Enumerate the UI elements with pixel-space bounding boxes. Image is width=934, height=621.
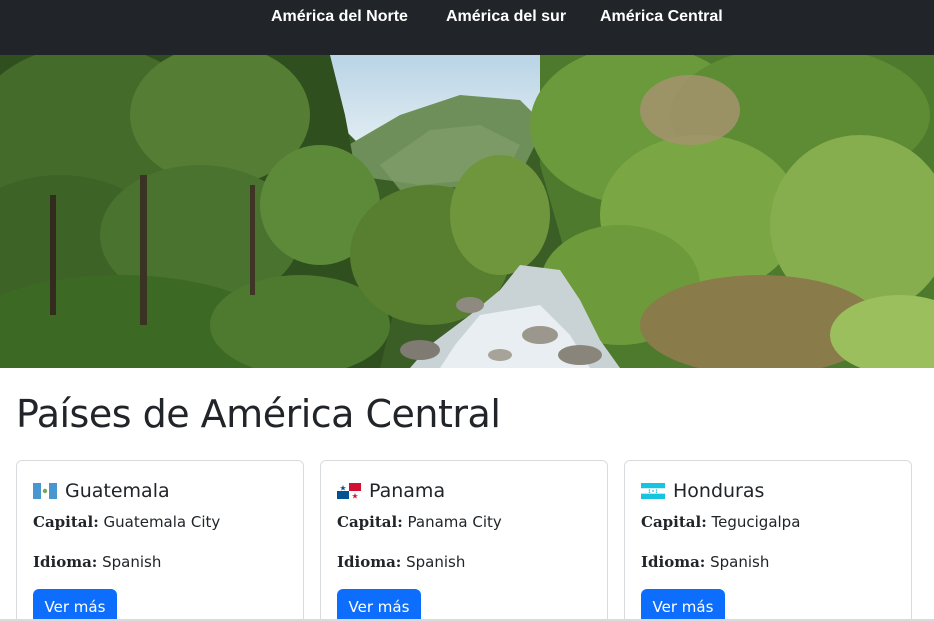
capital-label: Capital: xyxy=(337,513,403,531)
ver-mas-button[interactable]: Ver más xyxy=(337,589,421,621)
language-info: Idioma: Spanish xyxy=(337,553,465,571)
language-label: Idioma: xyxy=(337,553,402,571)
top-navbar: América del Norte América del sur Améric… xyxy=(0,0,934,55)
ver-mas-button[interactable]: Ver más xyxy=(641,589,725,621)
guatemala-flag-icon xyxy=(33,483,57,499)
ver-mas-button[interactable]: Ver más xyxy=(33,589,117,621)
capital-label: Capital: xyxy=(33,513,99,531)
capital-value: Panama City xyxy=(407,513,502,531)
capital-info: Capital: Guatemala City xyxy=(33,513,220,531)
language-value: Spanish xyxy=(102,553,162,571)
country-card-panama: Panama Capital: Panama City Idioma: Span… xyxy=(320,460,608,621)
capital-info: Capital: Tegucigalpa xyxy=(641,513,800,531)
language-label: Idioma: xyxy=(641,553,706,571)
capital-value: Tegucigalpa xyxy=(711,513,801,531)
forest-river-image xyxy=(0,55,934,368)
language-label: Idioma: xyxy=(33,553,98,571)
page-title: Países de América Central xyxy=(16,392,501,436)
card-title: Guatemala xyxy=(33,480,170,502)
capital-info: Capital: Panama City xyxy=(337,513,502,531)
hero-image xyxy=(0,55,934,368)
card-title: Panama xyxy=(337,480,445,502)
panama-flag-icon xyxy=(337,483,361,499)
language-value: Spanish xyxy=(710,553,770,571)
language-info: Idioma: Spanish xyxy=(641,553,769,571)
capital-value: Guatemala City xyxy=(103,513,221,531)
honduras-flag-icon xyxy=(641,483,665,499)
capital-label: Capital: xyxy=(641,513,707,531)
nav-link-america-del-norte[interactable]: América del Norte xyxy=(271,8,408,26)
language-info: Idioma: Spanish xyxy=(33,553,161,571)
country-name: Honduras xyxy=(673,480,765,502)
country-name: Guatemala xyxy=(65,480,170,502)
language-value: Spanish xyxy=(406,553,466,571)
country-name: Panama xyxy=(369,480,446,502)
country-card-honduras: Honduras Capital: Tegucigalpa Idioma: Sp… xyxy=(624,460,912,621)
card-title: Honduras xyxy=(641,480,764,502)
nav-link-america-del-sur[interactable]: América del sur xyxy=(446,8,566,26)
nav-link-america-central[interactable]: América Central xyxy=(600,8,723,26)
country-card-guatemala: Guatemala Capital: Guatemala City Idioma… xyxy=(16,460,304,621)
